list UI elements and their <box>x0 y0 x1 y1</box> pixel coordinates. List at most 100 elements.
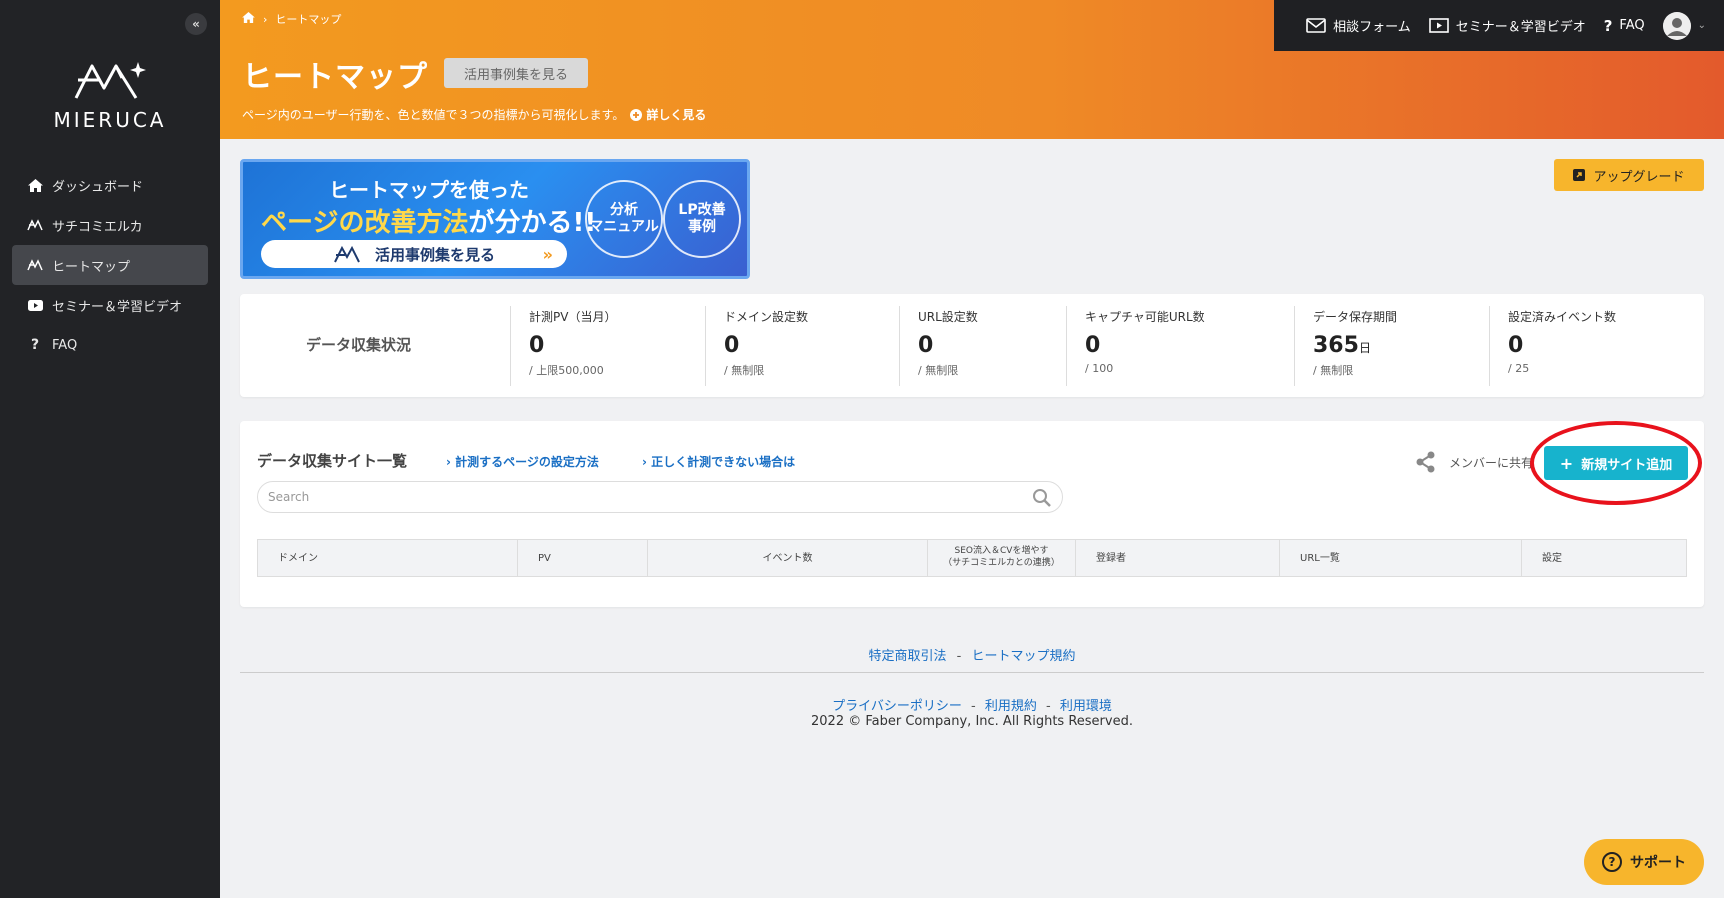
seminar-label: セミナー＆学習ビデオ <box>1455 20 1586 35</box>
banner-line2-highlight: ページの改善方法 <box>261 208 469 238</box>
banner-lp-cases[interactable]: LP改善 事例 <box>663 180 741 258</box>
stat-label: 計測PV（当月） <box>529 310 617 324</box>
sidebar-item-label: ヒートマップ <box>52 259 131 275</box>
privacy-policy-link[interactable]: プライバシーポリシー <box>832 699 962 714</box>
stat-retention: データ保存期間 365日 / 無制限 <box>1294 306 1484 386</box>
question-icon: ? <box>30 337 40 353</box>
avatar <box>1662 11 1691 40</box>
stat-limit: / 無制限 <box>918 364 959 377</box>
sidebar-item-label: セミナー＆学習ビデオ <box>52 299 183 315</box>
data-collection-status: データ収集状況 計測PV（当月） 0 / 上限500,000 ドメイン設定数 0… <box>240 294 1704 397</box>
stat-capture-urls: キャプチャ可能URL数 0 / 100 <box>1066 306 1286 386</box>
more-link[interactable]: 詳しく見る <box>630 106 706 123</box>
share-icon <box>1416 451 1435 473</box>
support-button[interactable]: ? サポート <box>1584 839 1704 885</box>
stat-label: 設定済みイベント数 <box>1508 310 1617 324</box>
contact-form-link[interactable]: 相談フォーム <box>1306 16 1411 35</box>
setup-guide-link[interactable]: › 計測するページの設定方法 <box>446 453 599 470</box>
double-chevron-right-icon: » <box>542 244 553 264</box>
separator: - <box>971 699 976 714</box>
page-header: › ヒートマップ ヒートマップ 活用事例集を見る ページ内のユーザー行動を、色と… <box>220 0 1724 139</box>
upgrade-button[interactable]: アップグレード <box>1554 159 1704 191</box>
copyright: 2022 © Faber Company, Inc. All Rights Re… <box>811 714 1133 729</box>
troubleshoot-link[interactable]: › 正しく計測できない場合は <box>642 453 795 470</box>
sites-panel: データ収集サイト一覧 › 計測するページの設定方法 › 正しく計測できない場合は… <box>240 421 1704 607</box>
col-domain[interactable]: ドメイン <box>258 540 518 576</box>
stat-limit: / 上限500,000 <box>529 364 604 377</box>
stats-title: データ収集状況 <box>306 336 412 354</box>
banner-line2: ページの改善方法が分かる!! <box>261 202 596 239</box>
sidebar-item-seminar[interactable]: セミナー＆学習ビデオ <box>12 285 208 325</box>
question-icon: ? <box>1603 16 1613 35</box>
footer-links-1: 特定商取引法 - ヒートマップ規約 <box>240 645 1704 664</box>
banner-line2-rest: が分かる!! <box>468 208 597 238</box>
stat-domains: ドメイン設定数 0 / 無制限 <box>705 306 885 386</box>
mieruca-logo[interactable]: MIERUCA <box>50 58 170 132</box>
banner-analysis-manual[interactable]: 分析 マニュアル <box>585 180 663 258</box>
collapse-sidebar-button[interactable]: « <box>185 13 207 35</box>
user-menu[interactable]: ⌄ <box>1662 11 1706 40</box>
footer-links-2: プライバシーポリシー - 利用規約 - 利用環境 <box>240 695 1704 714</box>
chevron-right-icon: › <box>263 12 268 26</box>
stat-value: 0 <box>1085 333 1101 358</box>
stat-label: データ保存期間 <box>1313 310 1398 324</box>
search-placeholder: Search <box>268 490 310 504</box>
sidebar-item-label: サチコミエルカ <box>52 219 143 235</box>
home-icon <box>26 178 44 192</box>
heatmap-terms-link[interactable]: ヒートマップ規約 <box>971 649 1075 664</box>
youtube-icon <box>26 299 44 311</box>
stat-value: 0 <box>724 333 740 358</box>
external-link-icon <box>1573 169 1586 181</box>
share-label: メンバーに共有 <box>1449 455 1534 470</box>
contact-label: 相談フォーム <box>1333 20 1411 35</box>
faq-label: FAQ <box>1619 18 1645 33</box>
chevron-down-icon: ⌄ <box>1697 20 1706 31</box>
heatmap-guide-banner[interactable]: ヒートマップを使った ページの改善方法が分かる!! 活用事例集を見る » 分析 … <box>240 159 750 279</box>
sidebar-item-label: FAQ <box>52 337 78 353</box>
col-seo-integration[interactable]: SEO流入＆CVを増やす （サチコミエルカとの連携） <box>928 540 1076 576</box>
environment-link[interactable]: 利用環境 <box>1060 699 1112 714</box>
banner-examples-pill[interactable]: 活用事例集を見る » <box>261 240 567 268</box>
upgrade-label: アップグレード <box>1593 169 1685 185</box>
add-site-button[interactable]: + 新規サイト追加 <box>1544 446 1688 480</box>
sites-table-header: ドメイン PV イベント数 SEO流入＆CVを増やす （サチコミエルカとの連携）… <box>257 539 1687 577</box>
col-settings[interactable]: 設定 <box>1522 540 1686 576</box>
stat-value: 0 <box>1508 333 1524 358</box>
video-icon <box>1428 18 1449 33</box>
home-icon[interactable] <box>242 12 255 26</box>
stat-events: 設定済みイベント数 0 / 25 <box>1489 306 1689 386</box>
logo-text: MIERUCA <box>53 108 167 132</box>
plus-icon: + <box>1559 453 1574 473</box>
separator: - <box>956 649 962 664</box>
sidebar-item-sachikomieruca[interactable]: サチコミエルカ <box>12 205 208 245</box>
terms-link[interactable]: 利用規約 <box>985 699 1037 714</box>
user-icon <box>1662 11 1691 40</box>
sidebar-item-heatmap[interactable]: ヒートマップ <box>12 245 208 285</box>
seminar-link[interactable]: セミナー＆学習ビデオ <box>1428 16 1586 35</box>
tokushoho-link[interactable]: 特定商取引法 <box>868 649 946 664</box>
col-url-list[interactable]: URL一覧 <box>1280 540 1522 576</box>
sites-title: データ収集サイト一覧 <box>257 452 408 470</box>
search-icon[interactable] <box>1032 488 1052 508</box>
separator: - <box>1046 699 1051 714</box>
search-input[interactable]: Search <box>257 481 1063 513</box>
col-events[interactable]: イベント数 <box>648 540 928 576</box>
banner-line1: ヒートマップを使った <box>329 178 529 202</box>
faq-link[interactable]: ? FAQ <box>1604 17 1645 35</box>
question-icon: ? <box>1602 852 1622 872</box>
mieruca-icon <box>26 259 44 271</box>
col-registrant[interactable]: 登録者 <box>1076 540 1280 576</box>
subtitle-text: ページ内のユーザー行動を、色と数値で３つの指標から可視化します。 <box>242 108 625 122</box>
col-pv[interactable]: PV <box>518 540 648 576</box>
stat-pv: 計測PV（当月） 0 / 上限500,000 <box>510 306 690 386</box>
stat-limit: / 25 <box>1508 362 1530 375</box>
share-with-members[interactable]: メンバーに共有 <box>1415 451 1533 473</box>
sidebar-item-dashboard[interactable]: ダッシュボード <box>12 165 208 205</box>
stat-label: URL設定数 <box>918 310 978 324</box>
page-subtitle: ページ内のユーザー行動を、色と数値で３つの指標から可視化します。 詳しく見る <box>242 106 706 123</box>
sidebar-item-faq[interactable]: ? FAQ <box>12 325 208 365</box>
examples-button[interactable]: 活用事例集を見る <box>444 58 588 88</box>
breadcrumb: › ヒートマップ <box>242 11 341 27</box>
footer-divider <box>240 672 1704 673</box>
stat-label: ドメイン設定数 <box>724 310 809 324</box>
